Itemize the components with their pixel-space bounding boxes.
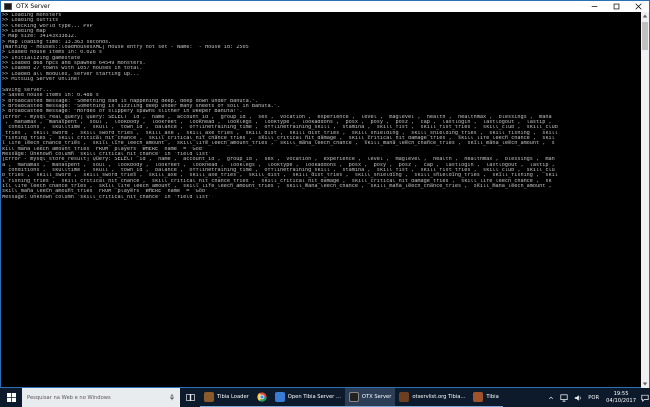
task-view-icon [185, 394, 195, 401]
window-title: OTX Server [16, 3, 51, 10]
maximize-button[interactable] [605, 1, 627, 12]
taskbar-app-open-tibia-server[interactable]: Open Tibia Server ... [270, 388, 345, 407]
tray-overflow-button[interactable] [548, 395, 554, 401]
minimize-button[interactable] [583, 1, 605, 12]
vertical-scrollbar[interactable] [641, 12, 649, 388]
task-view-button[interactable] [180, 388, 200, 407]
taskbar: Pesquisar na Web e no Windows Tibia Load… [0, 388, 650, 407]
window-controls [583, 1, 649, 12]
title-bar[interactable]: OTX Server [1, 1, 649, 12]
taskbar-app-otservlist[interactable]: otservlist.org Tibia... [395, 388, 470, 407]
console-line: Message: Unknown column 'skill_critical_… [2, 194, 212, 200]
scroll-down-arrow-icon[interactable] [641, 380, 649, 388]
microphone-icon[interactable] [169, 394, 175, 401]
language-indicator[interactable]: POR [588, 395, 599, 401]
speaker-icon [575, 394, 581, 401]
network-icon [560, 393, 568, 402]
search-placeholder: Pesquisar na Web e no Windows [27, 394, 111, 401]
scroll-up-arrow-icon[interactable] [641, 12, 649, 20]
notification-icon [641, 394, 649, 402]
chrome-icon [257, 392, 267, 402]
language-label: POR [588, 394, 600, 401]
chevron-up-icon [549, 396, 554, 399]
tibia-loader-icon [204, 392, 214, 402]
tibia-icon [473, 392, 484, 402]
clock-date: 04/10/2017 [606, 397, 636, 404]
search-box[interactable]: Pesquisar na Web e no Windows [22, 388, 180, 407]
network-button[interactable] [560, 393, 568, 402]
taskbar-app-label: otservlist.org Tibia... [412, 394, 466, 400]
console-app-icon [4, 3, 12, 10]
start-button[interactable] [0, 388, 22, 407]
system-tray: POR 19:55 04/10/2017 [545, 388, 650, 407]
windows-logo-icon [6, 393, 16, 402]
taskbar-app-label: Tibia [486, 394, 499, 400]
taskbar-app-label: Tibia Loader [217, 394, 249, 400]
taskbar-app-chrome[interactable] [252, 388, 271, 407]
console-window: OTX Server >> Loading monsters >> Loading… [0, 0, 650, 388]
taskbar-app-tibia[interactable]: Tibia [469, 388, 503, 407]
notepad-icon [274, 392, 285, 402]
taskbar-app-label: OTX Server [361, 394, 392, 400]
console-icon [348, 392, 359, 402]
taskbar-app-otx-server[interactable]: OTX Server [344, 388, 396, 407]
console-output[interactable]: >> Loading monsters >> Loading outfits >> … [1, 12, 641, 388]
close-button[interactable] [627, 1, 649, 12]
clock[interactable]: 19:55 04/10/2017 [606, 391, 636, 404]
close-icon [634, 3, 642, 10]
volume-button[interactable] [574, 394, 582, 402]
browser-icon [399, 392, 410, 402]
minimize-icon [591, 6, 597, 7]
taskbar-app-tibia-loader[interactable]: Tibia Loader [200, 388, 253, 407]
maximize-icon [613, 3, 619, 10]
taskbar-app-label: Open Tibia Server ... [287, 394, 341, 400]
scroll-thumb[interactable] [642, 22, 648, 50]
action-center-button[interactable] [640, 388, 650, 407]
